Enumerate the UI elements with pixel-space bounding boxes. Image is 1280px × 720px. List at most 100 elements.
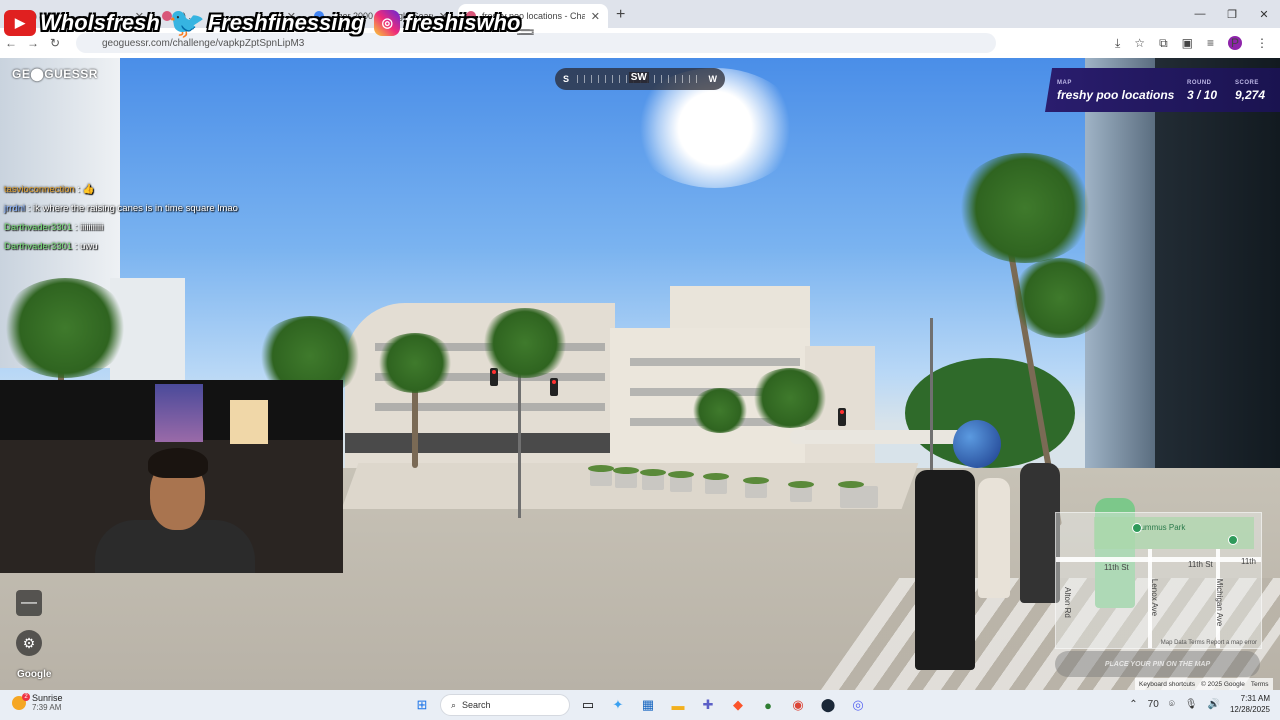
file-explorer-icon[interactable]: ▬ bbox=[666, 693, 690, 717]
poster bbox=[155, 384, 203, 442]
search-icon: ⌕ bbox=[451, 699, 457, 710]
game-status-panel: MAP freshy poo locations ROUND 3 / 10 SC… bbox=[1045, 68, 1280, 112]
close-icon[interactable]: ✕ bbox=[591, 10, 600, 23]
taskbar-apps: ⊞ ⌕ Search ▭ ✦ ▦ ▬ ✚ ◆ ● ◉ ⬤ ◎ bbox=[410, 693, 870, 717]
clock-date: 12/28/2025 bbox=[1229, 705, 1270, 714]
map-label-park: Lummus Park bbox=[1136, 523, 1186, 532]
copilot-icon[interactable]: ✦ bbox=[606, 693, 630, 717]
chat-message: Darthvader3301 : uwu bbox=[4, 241, 98, 252]
address-bar[interactable]: geoguessr.com/challenge/vapkpZptSpnLipM3 bbox=[76, 33, 996, 53]
map-label-street: Michigan Ave bbox=[1215, 578, 1225, 627]
guess-button[interactable]: PLACE YOUR PIN ON THE MAP bbox=[1055, 651, 1260, 677]
pedestrian bbox=[915, 470, 975, 670]
brave-icon[interactable]: ◆ bbox=[726, 693, 750, 717]
map-label: MAP bbox=[1057, 80, 1072, 86]
reload-icon[interactable]: ↻ bbox=[44, 36, 66, 50]
weather-widget[interactable]: 2 Sunrise 7:39 AM bbox=[12, 692, 63, 712]
canopy bbox=[790, 430, 970, 444]
tray-temp-icon[interactable]: 70 bbox=[1148, 699, 1159, 710]
taskbar-search[interactable]: ⌕ Search bbox=[440, 694, 570, 716]
compass-left: S bbox=[563, 74, 570, 84]
map-label-street: Alton Rd bbox=[1062, 587, 1072, 618]
chat-message: Darthvader3301 : iiiiiiiiiii bbox=[4, 222, 104, 233]
map-copyright: © 2025 Google bbox=[1201, 680, 1245, 688]
zoom-out-button[interactable]: — bbox=[16, 590, 42, 616]
network-icon[interactable]: ⌾ bbox=[1169, 699, 1175, 710]
streamer-hair bbox=[148, 448, 208, 478]
palm-tree bbox=[750, 368, 830, 428]
palm-tree bbox=[480, 308, 570, 378]
close-window-button[interactable]: ✕ bbox=[1248, 0, 1280, 28]
map-poi-pin bbox=[1132, 523, 1142, 533]
twitter-handle: Freshfinessing bbox=[207, 10, 365, 35]
profile-avatar[interactable]: P bbox=[1228, 36, 1242, 50]
install-icon[interactable]: ⤓ bbox=[1115, 36, 1120, 51]
back-icon[interactable]: ← bbox=[0, 36, 22, 50]
weather-title: Sunrise bbox=[32, 693, 63, 703]
youtube-handle: WhoIsfresh bbox=[40, 10, 160, 35]
building-zara bbox=[345, 303, 615, 468]
map-poi-pin bbox=[1228, 535, 1238, 545]
terms-link[interactable]: Terms bbox=[1251, 681, 1269, 688]
tab-search-icon[interactable]: ▣ bbox=[1182, 36, 1193, 50]
media-icon[interactable]: ≡ bbox=[1207, 36, 1214, 50]
volume-icon[interactable]: 🔊 bbox=[1208, 699, 1220, 710]
teams-icon[interactable]: ✚ bbox=[696, 693, 720, 717]
google-watermark: Google bbox=[17, 669, 52, 680]
map-name: freshy poo locations bbox=[1057, 88, 1175, 102]
map-label-street: 11th St bbox=[1104, 563, 1129, 572]
windows-start-icon[interactable]: ⊞ bbox=[410, 693, 434, 717]
steam-icon[interactable]: ⬤ bbox=[816, 693, 840, 717]
traffic-light bbox=[550, 378, 558, 396]
compass-heading: SW bbox=[628, 72, 649, 83]
map-footer: Keyboard shortcuts © 2025 Google Terms bbox=[1135, 678, 1273, 690]
menu-icon[interactable]: ⋮ bbox=[1256, 36, 1268, 50]
bookmark-star-icon[interactable]: ☆ bbox=[1134, 36, 1145, 50]
toolbar-icons: ⤓ ☆ ⧉ ▣ ≡ P ⋮ bbox=[1115, 36, 1280, 51]
palm-tree bbox=[1010, 258, 1110, 338]
discord-icon[interactable]: ◎ bbox=[846, 693, 870, 717]
chat-message: tasvioconnection : 👍 bbox=[4, 184, 95, 195]
compass-ticks: SW bbox=[577, 72, 701, 83]
instagram-handle: freshiswho_ bbox=[404, 10, 533, 35]
pedestrian bbox=[1020, 463, 1060, 603]
system-tray: ⌃ 70 ⌾ 🎙 🔊 7:31 AM 12/28/2025 bbox=[1129, 693, 1270, 715]
round-label: ROUND bbox=[1187, 80, 1212, 86]
guess-minimap[interactable]: Lummus Park 11th St 11th St 11th Lenox A… bbox=[1055, 512, 1262, 649]
stream-socials-overlay: ▶ WhoIsfresh 🐦 Freshfinessing ◎ freshisw… bbox=[4, 6, 539, 40]
settings-gear-icon[interactable]: ⚙ bbox=[16, 630, 42, 656]
pedestrian bbox=[978, 478, 1010, 598]
microphone-icon[interactable]: 🎙 bbox=[1185, 699, 1198, 710]
building-right bbox=[1085, 58, 1280, 498]
score-label: SCORE bbox=[1235, 80, 1259, 86]
score-value: 9,274 bbox=[1235, 88, 1266, 102]
maximize-button[interactable]: ❐ bbox=[1216, 0, 1248, 28]
palm-tree bbox=[0, 278, 130, 378]
store-icon[interactable]: ▦ bbox=[636, 693, 660, 717]
globe-sculpture bbox=[953, 420, 1001, 468]
map-label-street: 11th St bbox=[1188, 560, 1213, 569]
search-label: Search bbox=[462, 700, 491, 710]
palm-tree bbox=[375, 333, 455, 393]
instagram-icon: ◎ bbox=[374, 10, 401, 36]
geoguessr-logo[interactable]: GE⬤GUESSR bbox=[12, 67, 98, 81]
streamer-webcam bbox=[0, 380, 343, 573]
twitter-icon: 🐦 bbox=[168, 6, 206, 40]
youtube-icon: ▶ bbox=[4, 10, 36, 36]
window-controls: — ❐ ✕ bbox=[1184, 0, 1280, 28]
chevron-up-icon[interactable]: ⌃ bbox=[1129, 699, 1137, 710]
round-value: 3 / 10 bbox=[1187, 88, 1218, 102]
task-view-icon[interactable]: ▭ bbox=[576, 693, 600, 717]
chat-message: jrrdnl : ik where the raising canes is i… bbox=[4, 203, 238, 214]
minimize-button[interactable]: — bbox=[1184, 0, 1216, 28]
minimap-credits[interactable]: Map Data Terms Report a map error bbox=[1161, 640, 1257, 646]
new-tab-icon[interactable]: + bbox=[616, 6, 625, 24]
extensions-icon[interactable]: ⧉ bbox=[1159, 36, 1168, 51]
chrome-icon[interactable]: ◉ bbox=[786, 693, 810, 717]
forward-icon[interactable]: → bbox=[22, 36, 44, 50]
app-icon[interactable]: ● bbox=[756, 693, 780, 717]
keyboard-shortcuts-link[interactable]: Keyboard shortcuts bbox=[1139, 681, 1195, 688]
clock[interactable]: 7:31 AM 12/28/2025 bbox=[1230, 693, 1270, 715]
poster bbox=[230, 400, 268, 444]
palm-tree bbox=[955, 153, 1095, 263]
